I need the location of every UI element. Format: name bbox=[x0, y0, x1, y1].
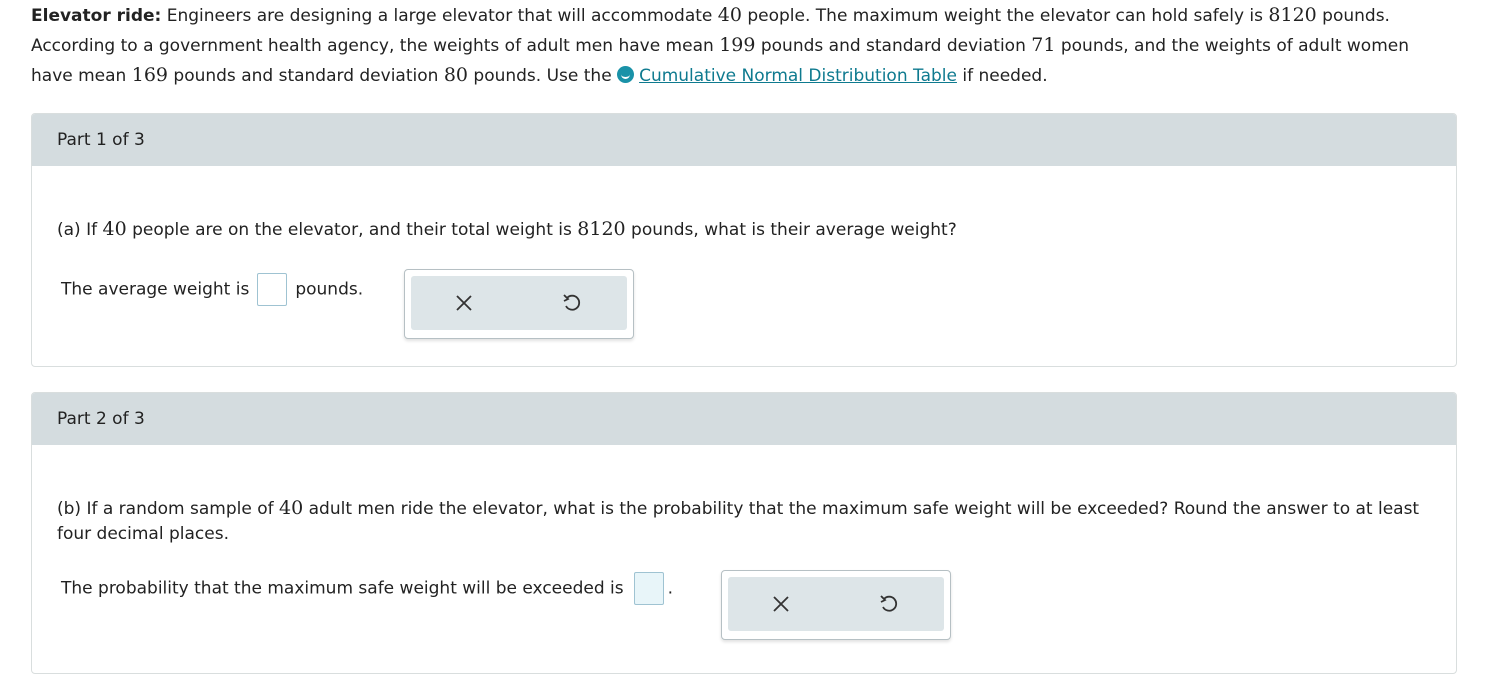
men-mean: 199 bbox=[719, 34, 756, 56]
women-mean: 169 bbox=[131, 64, 168, 86]
part-1-header: Part 1 of 3 bbox=[32, 114, 1456, 166]
normal-table-link[interactable]: Cumulative Normal Distribution Table bbox=[639, 66, 957, 86]
question-number: 40 bbox=[102, 218, 127, 240]
close-icon[interactable] bbox=[451, 290, 477, 316]
probability-input[interactable] bbox=[633, 572, 664, 605]
problem-text: Engineers are designing a large elevator… bbox=[161, 6, 718, 26]
part-1-panel: Part 1 of 3 (a) If 40 people are on the … bbox=[31, 113, 1457, 367]
problem-text: people. The maximum weight the elevator … bbox=[741, 6, 1269, 26]
problem-statement: Elevator ride: Engineers are designing a… bbox=[31, 0, 1461, 90]
problem-line-2: According to a government health agency,… bbox=[31, 30, 1461, 60]
max-weight: 8120 bbox=[1268, 4, 1317, 26]
undo-icon[interactable] bbox=[876, 591, 902, 617]
tool-panel-bg bbox=[411, 276, 627, 330]
question-text: (a) If bbox=[57, 220, 103, 240]
tool-panel-bg bbox=[728, 577, 944, 631]
part-1-question: (a) If 40 people are on the elevator, an… bbox=[57, 217, 1427, 243]
problem-text: if needed. bbox=[956, 66, 1048, 86]
problem-text: pounds and standard deviation bbox=[755, 36, 1032, 56]
problem-title: Elevator ride: bbox=[31, 6, 162, 26]
problem-text: According to a government health agency,… bbox=[31, 36, 720, 56]
question-number: 40 bbox=[279, 497, 304, 519]
problem-line-3: have mean 169 pounds and standard deviat… bbox=[31, 60, 1461, 90]
question-text: people are on the elevator, and their to… bbox=[126, 220, 578, 240]
people-count: 40 bbox=[717, 4, 742, 26]
question-text: (b) If a random sample of bbox=[57, 499, 280, 519]
part-1-answer-row: The average weight is pounds. bbox=[61, 273, 363, 306]
part-2-panel: Part 2 of 3 (b) If a random sample of 40… bbox=[31, 392, 1457, 674]
part-2-question: (b) If a random sample of 40 adult men r… bbox=[57, 496, 1427, 547]
men-sd: 71 bbox=[1031, 34, 1056, 56]
problem-text: pounds and standard deviation bbox=[168, 66, 444, 86]
part-2-header: Part 2 of 3 bbox=[32, 393, 1456, 445]
question-number: 8120 bbox=[577, 218, 626, 240]
problem-text: pounds. Use the bbox=[468, 66, 618, 86]
problem-line-1: Elevator ride: Engineers are designing a… bbox=[31, 0, 1461, 30]
part-1-tool-panel bbox=[404, 269, 634, 339]
part-2-answer-row: The probability that the maximum safe we… bbox=[61, 572, 673, 605]
problem-text: pounds. bbox=[1316, 6, 1390, 26]
question-text: pounds, what is their average weight? bbox=[625, 220, 957, 240]
book-icon[interactable] bbox=[617, 66, 635, 83]
answer-label: The probability that the maximum safe we… bbox=[61, 578, 624, 599]
part-2-tool-panel bbox=[721, 570, 951, 640]
problem-text: have mean bbox=[31, 66, 132, 86]
close-icon[interactable] bbox=[768, 591, 794, 617]
undo-icon[interactable] bbox=[559, 290, 585, 316]
average-weight-input[interactable] bbox=[257, 273, 288, 306]
answer-label: The average weight is bbox=[61, 279, 250, 300]
answer-unit: pounds. bbox=[295, 279, 364, 300]
answer-period: . bbox=[667, 578, 674, 599]
women-sd: 80 bbox=[443, 64, 468, 86]
problem-text: pounds, and the weights of adult women bbox=[1055, 36, 1409, 56]
